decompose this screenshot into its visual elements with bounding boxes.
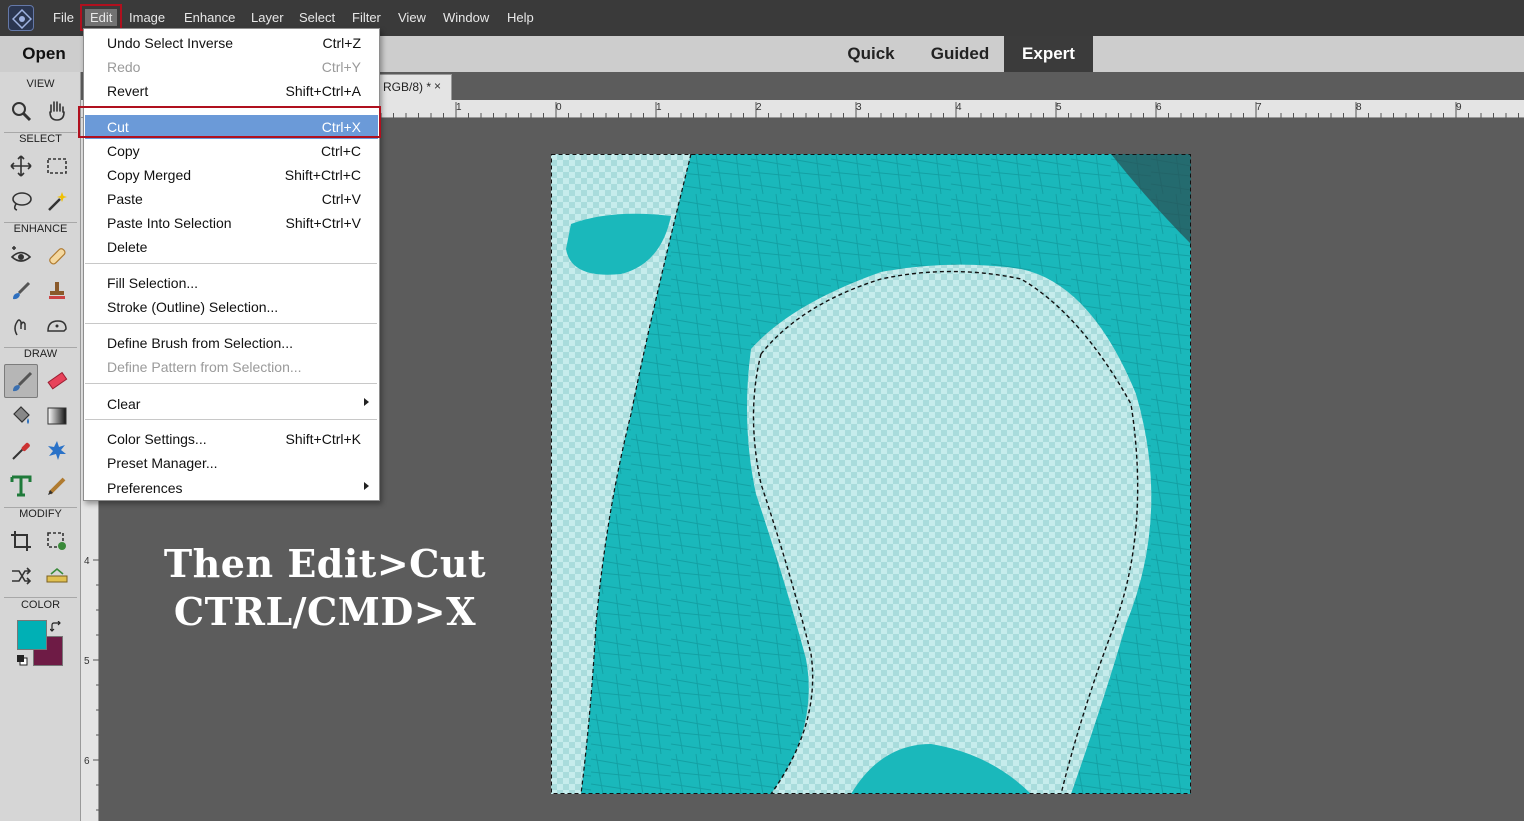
swap-colors-icon[interactable] [49, 620, 62, 638]
straighten-tool-icon[interactable] [40, 559, 74, 593]
menu-item-copy-merged[interactable]: Copy Merged Shift+Ctrl+C [85, 163, 378, 187]
vruler-tick-6: 6 [84, 756, 90, 767]
vruler-tick-5: 5 [84, 656, 90, 667]
lasso-tool-icon[interactable] [4, 184, 38, 218]
canvas-image[interactable] [551, 154, 1191, 794]
section-enhance-label: ENHANCE [13, 223, 68, 235]
paint-bucket-tool-icon[interactable] [4, 399, 38, 433]
hruler-tick-3: 3 [856, 102, 862, 113]
hruler-tick-4: 4 [956, 102, 962, 113]
menu-window[interactable]: Window [443, 10, 489, 25]
vruler-tick-4: 4 [84, 556, 90, 567]
hand-tool-icon[interactable] [40, 94, 74, 128]
hruler-tick-0: 0 [556, 102, 562, 113]
menu-item-redo[interactable]: Redo Ctrl+Y [85, 55, 378, 79]
menu-item-fill-selection[interactable]: Fill Selection... [85, 271, 378, 295]
menu-filter[interactable]: Filter [352, 10, 381, 25]
default-colors-icon[interactable] [16, 653, 28, 671]
menu-edit[interactable]: Edit [90, 10, 112, 25]
edit-dropdown-menu: Undo Select Inverse Ctrl+Z Redo Ctrl+Y Rev… [83, 28, 380, 501]
section-select-label: SELECT [19, 133, 62, 145]
app-window: File Edit Image Enhance Layer Select Fil… [0, 0, 1524, 821]
tab-guided[interactable]: Guided [918, 36, 1002, 72]
menu-item-clear[interactable]: Clear [85, 392, 378, 416]
tutorial-caption: Then Edit>Cut CTRL/CMD>X [160, 540, 490, 636]
zoom-tool-icon[interactable] [4, 94, 38, 128]
marquee-tool-icon[interactable] [40, 149, 74, 183]
toolbox-panel: VIEW SELECT ENHANCE DRAW MODIFY COLOR [0, 72, 81, 821]
open-button[interactable]: Open [0, 36, 88, 72]
menu-view[interactable]: View [398, 10, 426, 25]
eyedropper-tool-icon[interactable] [4, 434, 38, 468]
menu-item-delete[interactable]: Delete [85, 235, 378, 259]
recompose-tool-icon[interactable] [40, 524, 74, 558]
sponge-tool-icon[interactable] [40, 309, 74, 343]
menu-item-undo[interactable]: Undo Select Inverse Ctrl+Z [85, 31, 378, 55]
caption-line-2: CTRL/CMD>X [173, 589, 477, 634]
hruler-tick-8: 8 [1356, 102, 1362, 113]
hruler-tick-1: 1 [656, 102, 662, 113]
content-aware-move-tool-icon[interactable] [4, 559, 38, 593]
brush-tool-icon[interactable] [4, 364, 38, 398]
menu-item-preset-manager[interactable]: Preset Manager... [85, 451, 378, 475]
document-tab-title: RGB/8) * [383, 80, 432, 94]
tab-quick[interactable]: Quick [834, 36, 908, 72]
app-logo-icon[interactable] [8, 5, 34, 31]
menu-item-define-brush[interactable]: Define Brush from Selection... [85, 331, 378, 355]
section-draw-label: DRAW [23, 348, 58, 360]
smudge-tool-icon[interactable] [4, 309, 38, 343]
submenu-arrow-icon [364, 482, 369, 490]
cut-callout-frame [78, 106, 381, 138]
document-tab[interactable]: RGB/8) * × [378, 74, 452, 100]
menu-item-stroke-selection[interactable]: Stroke (Outline) Selection... [85, 295, 378, 319]
close-tab-icon[interactable]: × [434, 79, 441, 93]
magic-wand-tool-icon[interactable] [40, 184, 74, 218]
menu-layer[interactable]: Layer [251, 10, 284, 25]
section-modify-label: MODIFY [19, 508, 62, 520]
custom-shape-tool-icon[interactable] [40, 434, 74, 468]
foreground-color-swatch[interactable] [17, 620, 47, 650]
menu-item-define-pattern[interactable]: Define Pattern from Selection... [85, 355, 378, 379]
section-view-label: VIEW [26, 78, 55, 90]
submenu-arrow-icon [364, 398, 369, 406]
hruler-tick-7: 7 [1256, 102, 1262, 113]
move-tool-icon[interactable] [4, 149, 38, 183]
spot-healing-tool-icon[interactable] [40, 239, 74, 273]
hruler-tick-9: 9 [1456, 102, 1462, 113]
menu-enhance[interactable]: Enhance [184, 10, 235, 25]
menu-help[interactable]: Help [507, 10, 534, 25]
menu-image[interactable]: Image [129, 10, 165, 25]
gradient-tool-icon[interactable] [40, 399, 74, 433]
menu-select[interactable]: Select [299, 10, 335, 25]
red-eye-tool-icon[interactable] [4, 239, 38, 273]
caption-line-1: Then Edit>Cut [163, 541, 487, 586]
eraser-tool-icon[interactable] [40, 364, 74, 398]
menu-file[interactable]: File [53, 10, 74, 25]
menu-item-revert[interactable]: Revert Shift+Ctrl+A [85, 79, 378, 103]
clone-stamp-tool-icon[interactable] [40, 274, 74, 308]
hruler-tick-neg1: 1 [456, 102, 462, 113]
tab-expert[interactable]: Expert [1004, 36, 1093, 72]
menu-item-color-settings[interactable]: Color Settings... Shift+Ctrl+K [85, 427, 378, 451]
smart-brush-tool-icon[interactable] [4, 274, 38, 308]
menu-item-preferences[interactable]: Preferences [85, 476, 378, 500]
menu-item-paste[interactable]: Paste Ctrl+V [85, 187, 378, 211]
pencil-tool-icon[interactable] [40, 469, 74, 503]
hruler-tick-2: 2 [756, 102, 762, 113]
hruler-tick-6: 6 [1156, 102, 1162, 113]
menu-item-paste-into-selection[interactable]: Paste Into Selection Shift+Ctrl+V [85, 211, 378, 235]
menu-item-copy[interactable]: Copy Ctrl+C [85, 139, 378, 163]
hruler-tick-5: 5 [1056, 102, 1062, 113]
section-color-label: COLOR [20, 599, 61, 611]
type-tool-icon[interactable] [4, 469, 38, 503]
crop-tool-icon[interactable] [4, 524, 38, 558]
